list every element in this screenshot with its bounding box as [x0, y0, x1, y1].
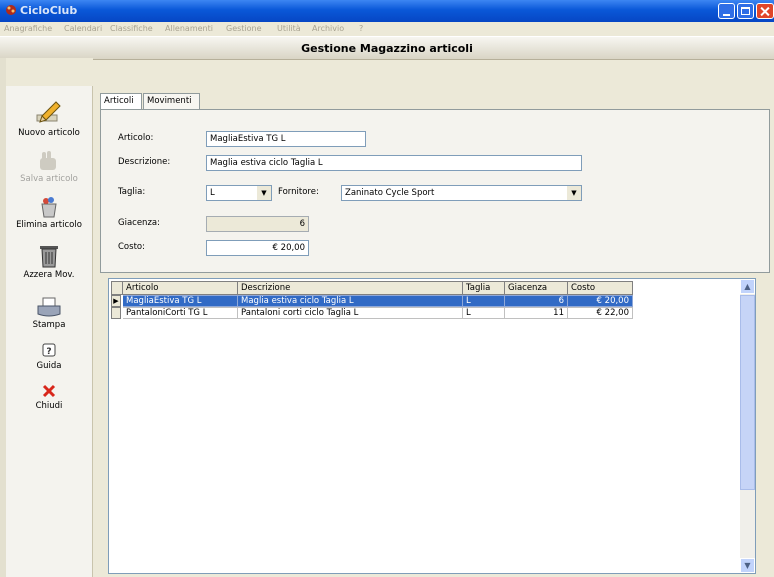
- articles-grid: Articolo Descrizione Taglia Giacenza Cos…: [108, 278, 756, 574]
- menu-utilita[interactable]: Utilità: [277, 24, 301, 33]
- print-label: Stampa: [32, 320, 66, 330]
- cell-giacenza[interactable]: 11: [505, 307, 568, 319]
- header-bar: Gestione Magazzino articoli: [0, 36, 774, 60]
- article-form: Articolo: MagliaEstiva TG L Descrizione:…: [100, 109, 770, 273]
- menu-anagrafiche[interactable]: Anagrafiche: [4, 24, 52, 33]
- table-row[interactable]: PantaloniCorti TG L Pantaloni corti cicl…: [109, 307, 639, 319]
- page-title: Gestione Magazzino articoli: [301, 42, 473, 55]
- new-article-button[interactable]: Nuovo articolo: [6, 100, 92, 138]
- app-logo-icon: [6, 5, 16, 15]
- fornitore-value: Zaninato Cycle Sport: [345, 188, 435, 198]
- menu-archivio[interactable]: Archivio: [312, 24, 344, 33]
- cell-costo[interactable]: € 22,00: [568, 307, 633, 319]
- pencil-icon: [36, 101, 61, 123]
- scroll-up-icon[interactable]: ▲: [740, 279, 755, 294]
- printer-icon: [37, 297, 61, 317]
- fornitore-label: Fornitore:: [278, 187, 319, 197]
- menu-calendari[interactable]: Calendari: [64, 24, 102, 33]
- row-header: [111, 307, 121, 319]
- cell-articolo[interactable]: MagliaEstiva TG L: [123, 295, 238, 307]
- new-article-label: Nuovo articolo: [18, 128, 80, 138]
- main-content: Articoli Movimenti Articolo: MagliaEstiv…: [100, 93, 770, 577]
- col-costo[interactable]: Costo: [568, 281, 633, 295]
- print-button[interactable]: Stampa: [6, 296, 92, 330]
- taglia-label: Taglia:: [118, 187, 146, 197]
- cell-descrizione[interactable]: Pantaloni corti ciclo Taglia L: [238, 307, 463, 319]
- grid-header: Articolo Descrizione Taglia Giacenza Cos…: [109, 281, 639, 296]
- chevron-down-icon[interactable]: ▼: [567, 186, 581, 200]
- menu-classifiche[interactable]: Classifiche: [110, 24, 153, 33]
- reset-movements-label: Azzera Mov.: [23, 270, 75, 280]
- costo-label: Costo:: [118, 242, 145, 252]
- window-title: CicloClub: [20, 4, 78, 17]
- save-article-button[interactable]: Salva articolo: [6, 150, 92, 184]
- cell-articolo[interactable]: PantaloniCorti TG L: [123, 307, 238, 319]
- cell-costo[interactable]: € 20,00: [568, 295, 633, 307]
- help-button[interactable]: ? Guida: [6, 341, 92, 371]
- giacenza-field: 6: [206, 216, 309, 232]
- cell-descrizione[interactable]: Maglia estiva ciclo Taglia L: [238, 295, 463, 307]
- chevron-down-icon[interactable]: ▼: [257, 186, 271, 200]
- fornitore-select[interactable]: Zaninato Cycle Sport ▼: [341, 185, 582, 201]
- help-label: Guida: [36, 361, 62, 371]
- menu-gestione[interactable]: Gestione: [226, 24, 262, 33]
- svg-text:?: ?: [46, 347, 51, 357]
- hand-icon: [40, 151, 56, 170]
- col-taglia[interactable]: Taglia: [463, 281, 505, 295]
- cell-giacenza[interactable]: 6: [505, 295, 568, 307]
- table-row[interactable]: ▶ MagliaEstiva TG L Maglia estiva ciclo …: [109, 295, 639, 307]
- giacenza-label: Giacenza:: [118, 218, 160, 228]
- articolo-label: Articolo:: [118, 133, 154, 143]
- taglia-value: L: [210, 188, 215, 198]
- minimize-button[interactable]: [718, 3, 735, 19]
- reset-movements-button[interactable]: Azzera Mov.: [6, 244, 92, 280]
- costo-field[interactable]: € 20,00: [206, 240, 309, 256]
- tab-movimenti[interactable]: Movimenti: [143, 93, 200, 109]
- row-pointer-icon: ▶: [111, 295, 121, 307]
- sidebar: Nuovo articolo Salva articolo Elimina ar…: [6, 86, 93, 577]
- cell-taglia[interactable]: L: [463, 295, 505, 307]
- descrizione-label: Descrizione:: [118, 157, 171, 167]
- bin-icon: [40, 246, 58, 268]
- vertical-scrollbar[interactable]: ▲ ▼: [740, 279, 755, 573]
- delete-article-button[interactable]: Elimina articolo: [6, 196, 92, 230]
- grid-corner: [111, 281, 123, 295]
- scroll-down-icon[interactable]: ▼: [740, 558, 755, 573]
- col-articolo[interactable]: Articolo: [123, 281, 238, 295]
- taglia-select[interactable]: L ▼: [206, 185, 272, 201]
- menu-help[interactable]: ?: [359, 24, 363, 33]
- close-label: Chiudi: [35, 401, 63, 411]
- maximize-button[interactable]: [737, 3, 754, 19]
- close-x-icon: [42, 384, 56, 398]
- scroll-thumb[interactable]: [740, 295, 755, 490]
- close-window-button[interactable]: [756, 3, 774, 19]
- col-descrizione[interactable]: Descrizione: [238, 281, 463, 295]
- delete-article-label: Elimina articolo: [16, 220, 82, 230]
- sidebar-header: [6, 58, 93, 86]
- save-article-label: Salva articolo: [20, 174, 78, 184]
- close-button[interactable]: Chiudi: [6, 383, 92, 411]
- trash-icon: [41, 197, 57, 218]
- title-bar: CicloClub: [0, 0, 774, 22]
- descrizione-field[interactable]: Maglia estiva ciclo Taglia L: [206, 155, 582, 171]
- help-icon: ?: [42, 343, 56, 357]
- articolo-field[interactable]: MagliaEstiva TG L: [206, 131, 366, 147]
- cell-taglia[interactable]: L: [463, 307, 505, 319]
- menu-bar: Anagrafiche Calendari Classifiche Allena…: [0, 22, 774, 36]
- col-giacenza[interactable]: Giacenza: [505, 281, 568, 295]
- tab-articoli[interactable]: Articoli: [100, 93, 142, 109]
- menu-allenamenti[interactable]: Allenamenti: [165, 24, 213, 33]
